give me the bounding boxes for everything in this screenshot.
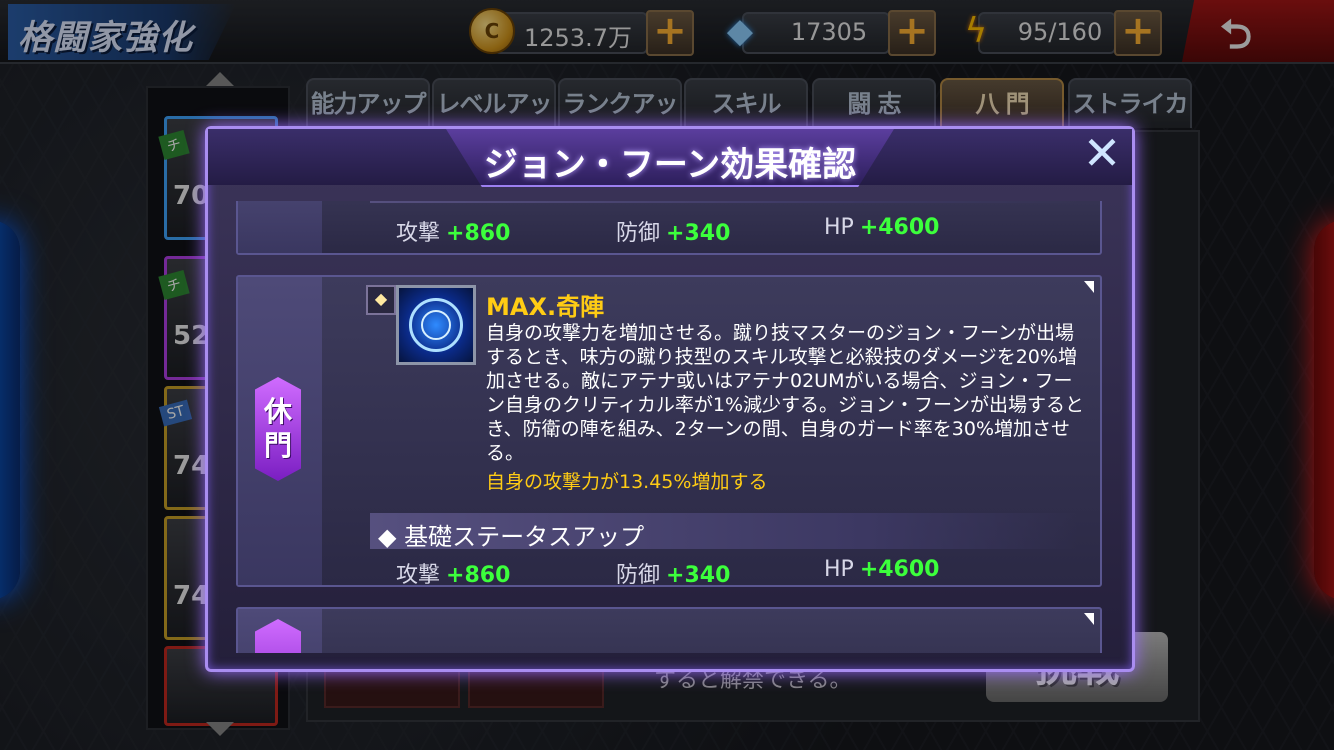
gate-card: 攻撃 +860 防御 +340 HP +4600: [236, 201, 1102, 255]
corner-marker-icon: [1084, 281, 1094, 293]
gate-badge: 休 門: [255, 377, 301, 481]
gate-card-side: [238, 201, 322, 253]
close-button[interactable]: ✕: [1080, 130, 1124, 177]
hp-stat: HP +4600: [824, 557, 940, 582]
skill-name: MAX.奇陣: [486, 293, 605, 321]
effect-confirm-dialog: ジョン・フーン効果確認 ✕ 攻撃 +860 防御 +340 HP +4600 休…: [205, 126, 1135, 672]
gate-badge-char: 休: [263, 395, 292, 428]
gate-card-side: 休 門: [238, 277, 322, 585]
stat-row: 攻撃 +860 防御 +340 HP +4600: [396, 557, 1096, 588]
stat-header-label: ◆ 基礎ステータスアップ: [378, 523, 645, 551]
gate-badge-char: 門: [263, 429, 292, 462]
diamond-icon: ◆: [366, 285, 396, 315]
hp-stat: HP +4600: [824, 215, 940, 240]
stat-header: [370, 201, 1078, 203]
defense-stat: 防御 +340: [616, 221, 731, 246]
gate-card: 休 門 ◆ MAX.奇陣 自身の攻撃力を増加させる。蹴り技マスターのジョン・フー…: [236, 275, 1102, 588]
skill-description: 自身の攻撃力を増加させる。蹴り技マスターのジョン・フーンが出場するとき、味方の蹴…: [486, 322, 1085, 464]
skill-effect-text: 自身の攻撃力が13.45%増加する: [486, 471, 768, 493]
magic-circle-inner: [421, 310, 451, 340]
gate-card-side: 生: [238, 609, 322, 653]
skill-icon: [396, 285, 476, 365]
attack-stat: 攻撃 +860: [396, 221, 511, 246]
gate-badge: 生: [255, 619, 301, 653]
corner-marker-icon: [1084, 613, 1094, 625]
dialog-header: ジョン・フーン効果確認 ✕: [208, 129, 1132, 187]
stat-header: ◆ 基礎ステータスアップ: [370, 513, 1078, 551]
attack-stat: 攻撃 +860: [396, 563, 511, 588]
stat-row: 攻撃 +860 防御 +340 HP +4600: [396, 215, 1096, 246]
defense-stat: 防御 +340: [616, 563, 731, 588]
gate-card: 生: [236, 607, 1102, 653]
dialog-scroll-area[interactable]: 攻撃 +860 防御 +340 HP +4600 休 門 ◆ MAX.奇陣 自身…: [236, 201, 1102, 653]
dialog-title: ジョン・フーン効果確認: [483, 145, 857, 185]
